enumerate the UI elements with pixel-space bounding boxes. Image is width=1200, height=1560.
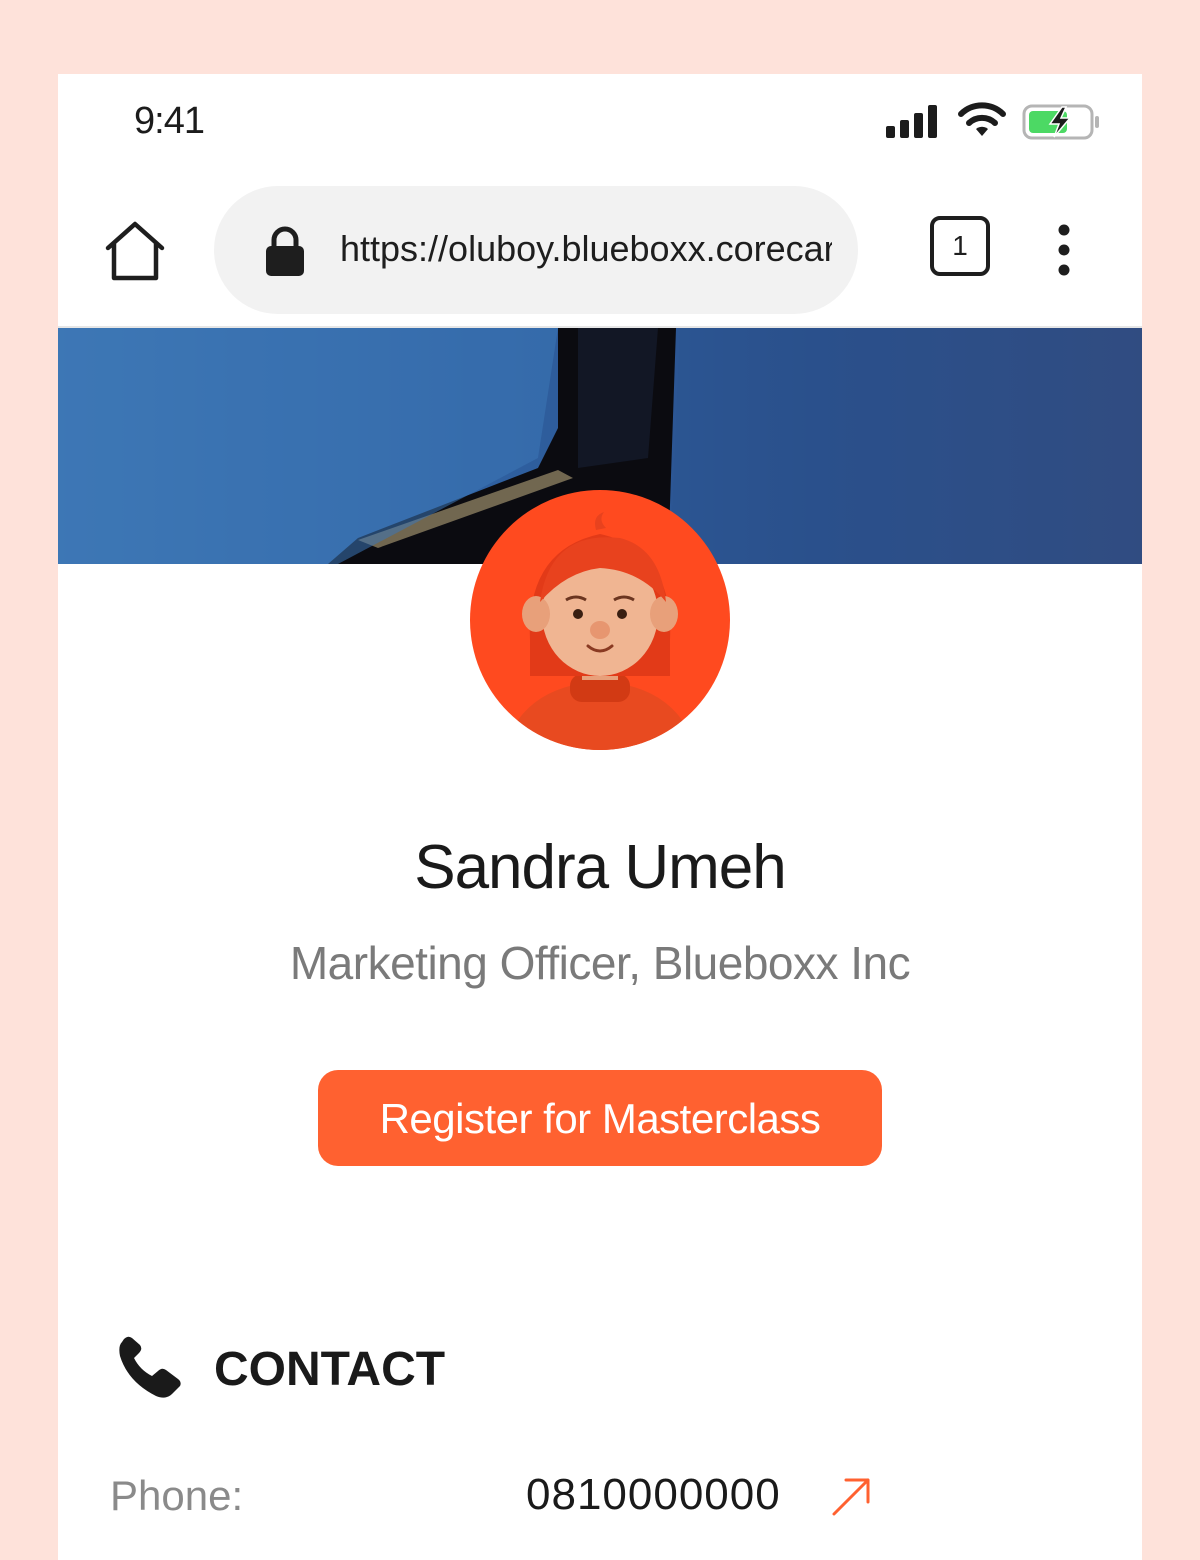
- avatar: [470, 490, 730, 750]
- profile-name: Sandra Umeh: [414, 833, 787, 902]
- status-bar: 9:41: [58, 74, 1142, 174]
- mobile-screen: 9:41 https://oluboy.blueboxx.corecard 1 …: [58, 74, 1142, 1560]
- address-bar[interactable]: https://oluboy.blueboxx.corecard: [214, 186, 858, 314]
- home-icon[interactable]: [102, 218, 168, 284]
- profile-job-title: Marketing Officer, Blueboxx Inc: [289, 937, 911, 989]
- phone-label: Phone:: [110, 1472, 244, 1519]
- browser-toolbar: https://oluboy.blueboxx.corecard 1: [58, 174, 1142, 328]
- lock-icon: [266, 226, 304, 276]
- contact-heading: CONTACT: [214, 1343, 446, 1396]
- more-vertical-icon[interactable]: [1050, 222, 1078, 278]
- signal-icon: [886, 105, 937, 138]
- battery-charging-icon: [1022, 104, 1099, 140]
- phone-value[interactable]: 0810000000: [526, 1470, 781, 1520]
- phone-icon: [119, 1336, 181, 1398]
- status-time: 9:41: [134, 100, 205, 142]
- external-link-arrow-icon[interactable]: [830, 1474, 874, 1518]
- tab-switcher-button[interactable]: 1: [930, 216, 990, 276]
- wifi-icon: [958, 102, 1006, 136]
- register-masterclass-button[interactable]: Register for Masterclass: [318, 1070, 882, 1166]
- avatar-illustration: [508, 512, 692, 750]
- url-text[interactable]: https://oluboy.blueboxx.corecard: [340, 228, 832, 270]
